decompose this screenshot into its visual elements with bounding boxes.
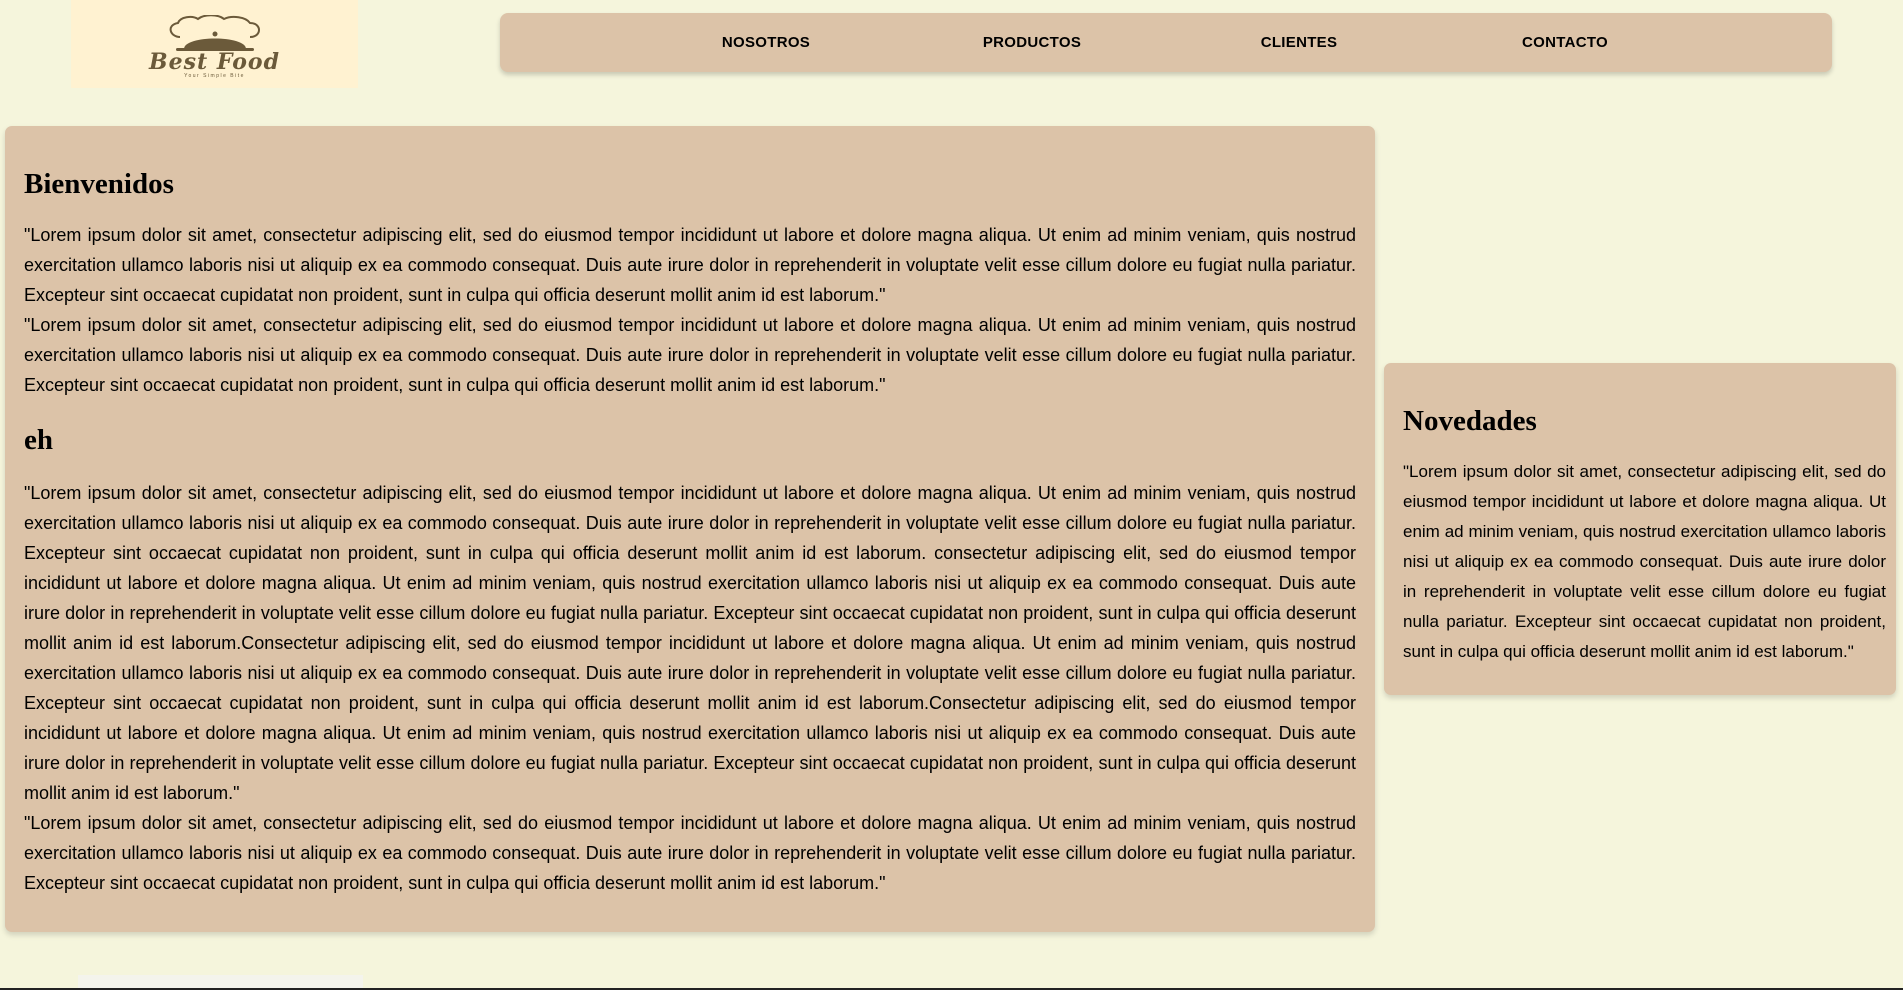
main-navbar: NOSOTROS PRODUCTOS CLIENTES CONTACTO	[500, 13, 1832, 72]
welcome-paragraph-2: "Lorem ipsum dolor sit amet, consectetur…	[24, 315, 1356, 395]
logo-tagline: Your Simple Bite	[184, 73, 245, 79]
news-panel: Novedades "Lorem ipsum dolor sit amet, c…	[1384, 363, 1896, 695]
logo-brand-text: Best Food	[149, 49, 280, 75]
nav-link-nosotros[interactable]: NOSOTROS	[722, 13, 810, 72]
logo-mark: Best Food Your Simple Bite	[140, 15, 290, 79]
section-paragraph-1: "Lorem ipsum dolor sit amet, consectetur…	[24, 483, 1356, 803]
welcome-heading: Bienvenidos	[24, 168, 174, 200]
section-heading-eh: eh	[24, 424, 53, 456]
cloche-chef-hat-icon	[169, 15, 260, 51]
nav-link-clientes[interactable]: CLIENTES	[1261, 13, 1338, 72]
nav-link-productos[interactable]: PRODUCTOS	[983, 13, 1081, 72]
welcome-paragraph-1: "Lorem ipsum dolor sit amet, consectetur…	[24, 225, 1356, 305]
news-heading: Novedades	[1403, 405, 1537, 437]
nav-link-contacto[interactable]: CONTACTO	[1522, 13, 1608, 72]
main-content-panel: Bienvenidos "Lorem ipsum dolor sit amet,…	[5, 126, 1375, 932]
news-paragraph: "Lorem ipsum dolor sit amet, consectetur…	[1403, 462, 1886, 661]
site-logo[interactable]: Best Food Your Simple Bite	[71, 0, 358, 88]
section-paragraph-2: "Lorem ipsum dolor sit amet, consectetur…	[24, 813, 1356, 893]
